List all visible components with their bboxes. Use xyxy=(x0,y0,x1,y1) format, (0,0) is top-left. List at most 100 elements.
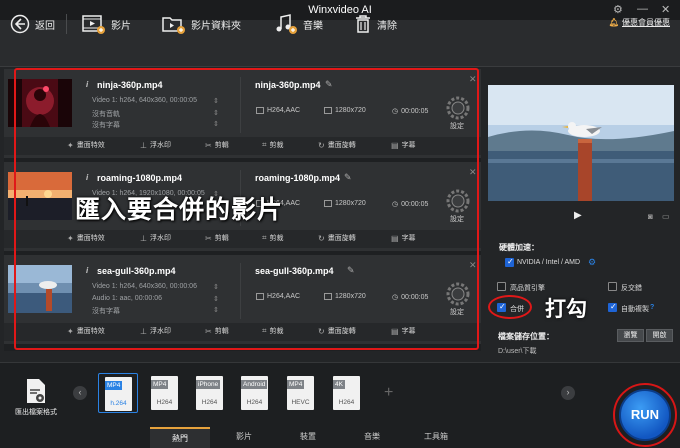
settings-gear-icon[interactable]: ⚙ xyxy=(613,3,623,16)
info-icon[interactable]: i xyxy=(86,266,88,275)
preset-tag: MP4 xyxy=(151,380,169,389)
watermark-button[interactable]: ⊥ 浮水印 xyxy=(140,140,171,150)
video-card[interactable]: i ninja-360p.mp4 Video 1: h264, 640x360,… xyxy=(4,69,481,160)
subtitle-button[interactable]: ▤ 字幕 xyxy=(391,326,416,336)
clear-button[interactable]: 清除 xyxy=(354,13,397,35)
audio-track-chevron-icon[interactable]: ⇕ xyxy=(213,295,219,303)
crop-button[interactable]: ⌗ 剪裁 xyxy=(262,326,284,336)
video-thumbnail[interactable] xyxy=(8,172,72,220)
preset-item[interactable]: Android H264 xyxy=(235,373,275,413)
preset-item[interactable]: MP4 H264 xyxy=(145,373,185,413)
video-thumbnail[interactable] xyxy=(8,79,72,127)
preset-document-icon: MP4 h.264 xyxy=(105,377,132,411)
watermark-stamp-icon: ⊥ xyxy=(140,326,147,336)
remove-video-close-icon[interactable]: ✕ xyxy=(469,260,477,271)
deinterlace-checkbox[interactable] xyxy=(608,282,617,291)
codec-settings-gear-icon[interactable] xyxy=(445,95,471,121)
video-track-chevron-icon[interactable]: ⇕ xyxy=(213,283,219,291)
codec-settings-gear-icon[interactable] xyxy=(445,281,471,307)
info-icon[interactable]: i xyxy=(86,173,88,182)
run-button[interactable]: RUN xyxy=(619,389,671,441)
preset-item[interactable]: 4K H264 xyxy=(327,373,367,413)
music-icon xyxy=(274,14,298,34)
subtitle-label: 字幕 xyxy=(401,235,416,242)
add-music-button[interactable]: 音樂 xyxy=(274,13,323,35)
rename-pencil-icon[interactable]: ✎ xyxy=(325,79,333,90)
tab-popular[interactable]: 熱門 xyxy=(150,427,210,448)
add-video-icon xyxy=(82,14,106,34)
video-track-chevron-icon[interactable]: ⇕ xyxy=(213,97,219,105)
source-filename: sea-gull-360p.mp4 xyxy=(97,266,176,276)
tab-device[interactable]: 裝置 xyxy=(278,427,338,448)
browse-button[interactable]: 瀏覽 xyxy=(617,329,644,342)
preset-format: H264 xyxy=(201,399,218,406)
hw-settings-gear-icon[interactable]: ⚙ xyxy=(588,257,596,268)
presets-next-arrow-icon[interactable]: › xyxy=(561,386,575,400)
effects-button[interactable]: ✦ 畫面特效 xyxy=(67,140,105,150)
settings-label[interactable]: 設定 xyxy=(450,307,464,317)
card-action-bar: ✦ 畫面特效 ⊥ 浮水印 ✂ 剪輯 ⌗ 剪裁 ↻ 畫面旋轉 ▤ 字幕 xyxy=(4,230,481,248)
audio-track-info: 沒有音軌 xyxy=(92,111,120,118)
rename-pencil-icon[interactable]: ✎ xyxy=(347,265,355,276)
save-folder-label: 檔案儲存位置： xyxy=(498,332,554,341)
cut-button[interactable]: ✂ 剪輯 xyxy=(205,233,229,243)
close-window-icon[interactable]: ✕ xyxy=(661,3,670,16)
auto-copy-checkbox[interactable] xyxy=(608,302,617,312)
crop-button[interactable]: ⌗ 剪裁 xyxy=(262,233,284,243)
effects-button[interactable]: ✦ 畫面特效 xyxy=(67,326,105,336)
subtitle-button[interactable]: ▤ 字幕 xyxy=(391,140,416,150)
film-icon xyxy=(256,293,264,300)
remove-video-close-icon[interactable]: ✕ xyxy=(469,74,477,85)
preset-item[interactable]: iPhone H264 xyxy=(190,373,230,413)
video-thumbnail[interactable] xyxy=(8,265,72,313)
high-quality-checkbox[interactable] xyxy=(497,282,506,291)
open-folder-button[interactable]: 開啟 xyxy=(646,329,673,342)
play-icon[interactable]: ▶ xyxy=(574,210,582,221)
add-preset-plus-icon[interactable]: + xyxy=(384,384,393,402)
codec-settings-gear-icon[interactable] xyxy=(445,188,471,214)
settings-label[interactable]: 設定 xyxy=(450,121,464,131)
subtitle-button[interactable]: ▤ 字幕 xyxy=(391,233,416,243)
promo-link[interactable]: 🔔︎ 優惠會員優惠 xyxy=(609,17,670,28)
settings-label[interactable]: 設定 xyxy=(450,214,464,224)
folder-icon[interactable]: ▭ xyxy=(662,212,670,221)
audio-track-chevron-icon[interactable]: ⇕ xyxy=(213,109,219,117)
rotate-button[interactable]: ↻ 畫面旋轉 xyxy=(318,140,356,150)
video-card[interactable]: i sea-gull-360p.mp4 Video 1: h264, 640x3… xyxy=(4,255,481,346)
watermark-button[interactable]: ⊥ 浮水印 xyxy=(140,233,171,243)
back-button[interactable]: 返回 xyxy=(10,13,55,35)
rotate-button[interactable]: ↻ 畫面旋轉 xyxy=(318,326,356,336)
minimize-icon[interactable]: — xyxy=(637,3,648,15)
add-video-button[interactable]: 影片 xyxy=(82,13,131,35)
codec-info: H264,AAC xyxy=(256,293,300,300)
snapshot-camera-icon[interactable]: ◙ xyxy=(648,212,653,221)
clear-label: 清除 xyxy=(377,20,397,32)
rotate-button[interactable]: ↻ 畫面旋轉 xyxy=(318,233,356,243)
rename-pencil-icon[interactable]: ✎ xyxy=(344,172,352,183)
preset-item[interactable]: MP4 HEVC xyxy=(281,373,321,413)
presets-prev-arrow-icon[interactable]: ‹ xyxy=(73,386,87,400)
cut-button[interactable]: ✂ 剪輯 xyxy=(205,140,229,150)
preset-tag: iPhone xyxy=(196,380,221,389)
tab-music[interactable]: 音樂 xyxy=(342,427,402,448)
effects-button[interactable]: ✦ 畫面特效 xyxy=(67,233,105,243)
cut-button[interactable]: ✂ 剪輯 xyxy=(205,326,229,336)
subtitle-chevron-icon[interactable]: ⇕ xyxy=(213,120,219,128)
preset-item[interactable]: MP4 h.264 xyxy=(98,373,138,413)
subtitle-chevron-icon[interactable]: ⇕ xyxy=(213,306,219,314)
auto-copy-help-icon[interactable]: ? xyxy=(650,304,654,311)
add-folder-button[interactable]: 影片資料夾 xyxy=(162,13,241,35)
preset-format: H264 xyxy=(156,399,173,406)
video-preview[interactable] xyxy=(488,85,674,201)
resolution-info: 1280x720 xyxy=(324,293,366,300)
crop-button[interactable]: ⌗ 剪裁 xyxy=(262,140,284,150)
hw-accel-checkbox[interactable] xyxy=(505,257,514,267)
info-icon[interactable]: i xyxy=(86,80,88,89)
tab-video[interactable]: 影片 xyxy=(214,427,274,448)
rotate-label: 畫面旋轉 xyxy=(327,328,356,335)
remove-video-close-icon[interactable]: ✕ xyxy=(469,167,477,178)
duration-text: 00:00:05 xyxy=(401,200,429,208)
watermark-button[interactable]: ⊥ 浮水印 xyxy=(140,326,171,336)
tab-toolbox[interactable]: 工具箱 xyxy=(406,427,466,448)
output-format-button[interactable]: 匯出檔案格式 xyxy=(8,378,64,417)
